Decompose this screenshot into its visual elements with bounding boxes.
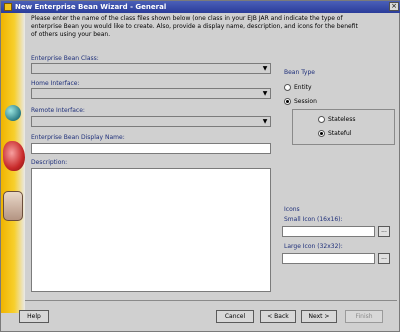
- display-name-field[interactable]: [31, 143, 271, 154]
- stateless-radio[interactable]: [318, 116, 325, 123]
- description-textarea[interactable]: [31, 168, 271, 292]
- large-icon-browse-button[interactable]: ...: [378, 253, 390, 264]
- icons-label: Icons: [284, 206, 300, 213]
- remote-interface-combo[interactable]: ▼: [31, 116, 271, 127]
- session-type-box: Stateless Stateful: [292, 109, 395, 145]
- globe-graphic: [5, 105, 21, 121]
- home-interface-label: Home Interface:: [31, 80, 80, 87]
- chevron-down-icon[interactable]: ▼: [261, 91, 269, 97]
- next-button[interactable]: Next >: [301, 310, 337, 323]
- stateless-radio-label[interactable]: Stateless: [328, 116, 356, 123]
- window-title: New Enterprise Bean Wizard - General: [15, 3, 167, 11]
- app-icon: [4, 3, 12, 11]
- small-icon-label: Small Icon (16x16):: [284, 216, 343, 223]
- jar-graphic: [3, 191, 23, 221]
- home-interface-combo[interactable]: ▼: [31, 88, 271, 99]
- title-bar[interactable]: New Enterprise Bean Wizard - General ×: [1, 1, 400, 13]
- session-radio-label[interactable]: Session: [294, 98, 317, 105]
- stateful-radio[interactable]: [318, 130, 325, 137]
- entity-radio[interactable]: [284, 84, 291, 91]
- close-button[interactable]: ×: [389, 2, 399, 11]
- chevron-down-icon[interactable]: ▼: [261, 66, 269, 72]
- bean-class-combo[interactable]: ▼: [31, 63, 271, 74]
- finish-button[interactable]: Finish: [345, 310, 383, 323]
- description-label: Description:: [31, 159, 68, 166]
- entity-radio-label[interactable]: Entity: [294, 84, 312, 91]
- session-radio[interactable]: [284, 98, 291, 105]
- display-name-label: Enterprise Bean Display Name:: [31, 134, 125, 141]
- chevron-down-icon[interactable]: ▼: [261, 119, 269, 125]
- bean-class-label: Enterprise Bean Class:: [31, 55, 99, 62]
- wizard-window: New Enterprise Bean Wizard - General × P…: [0, 0, 400, 332]
- large-icon-field[interactable]: [282, 253, 375, 264]
- small-icon-browse-button[interactable]: ...: [378, 226, 390, 237]
- bean-type-label: Bean Type: [284, 69, 315, 76]
- bottom-separator: [25, 300, 397, 301]
- stateful-radio-label[interactable]: Stateful: [328, 130, 351, 137]
- remote-interface-label: Remote Interface:: [31, 107, 85, 114]
- large-icon-label: Large Icon (32x32):: [284, 243, 343, 250]
- wizard-side-graphic: [1, 13, 25, 313]
- cancel-button[interactable]: Cancel: [216, 310, 254, 323]
- intro-text: Please enter the name of the class files…: [31, 15, 358, 38]
- help-button[interactable]: Help: [19, 310, 49, 323]
- flower-graphic: [3, 141, 25, 171]
- small-icon-field[interactable]: [282, 226, 375, 237]
- back-button[interactable]: < Back: [260, 310, 296, 323]
